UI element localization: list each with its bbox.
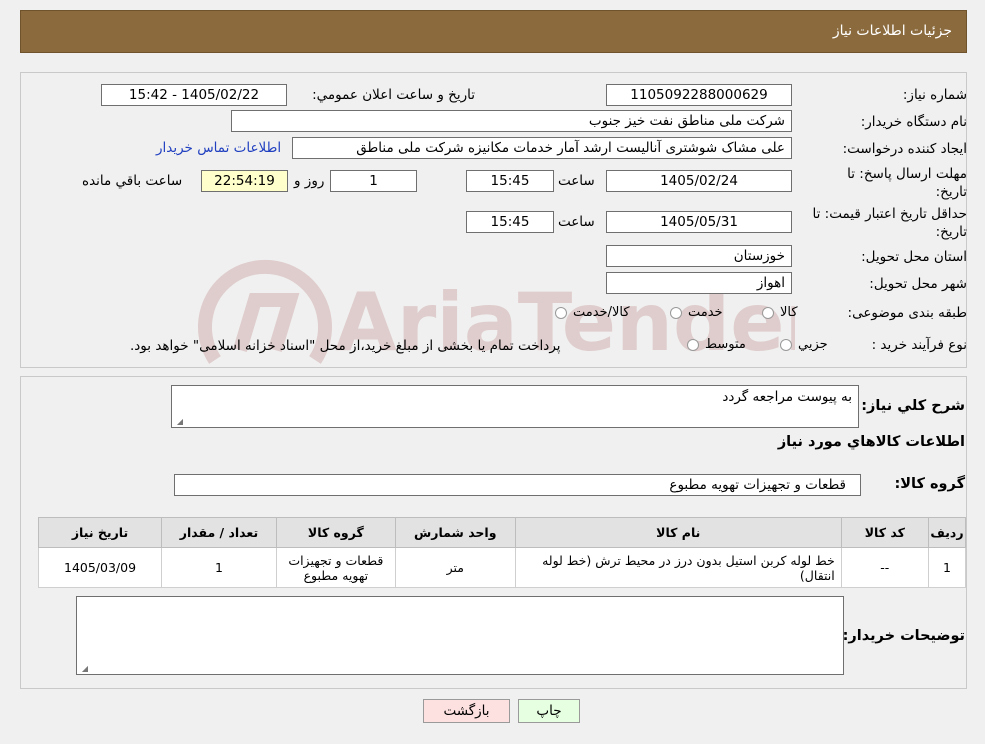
process-option-medium-label: متوسط <box>705 337 746 352</box>
desc-text: به پیوست مراجعه گردد <box>722 389 852 405</box>
group-label: گروه کالا: <box>894 476 965 492</box>
col-need-date: تاریخ نیاز <box>37 517 163 548</box>
announce-label: تاريخ و ساعت اعلان عمومي: <box>312 87 475 103</box>
page-title: جزئیات اطلاعات نیاز <box>832 23 952 39</box>
resize-handle-icon[interactable]: ◢ <box>174 417 183 426</box>
need-number-label: شماره نیاز: <box>902 87 967 103</box>
col-unit: واحد شمارش <box>394 517 516 548</box>
category-service-radio[interactable] <box>670 306 682 319</box>
cell-row-number: 1 <box>927 547 967 588</box>
page-header: جزئیات اطلاعات نیاز <box>20 10 967 53</box>
cell-unit: متر <box>394 547 516 588</box>
resize-handle-icon[interactable]: ◢ <box>79 664 88 673</box>
category-option-service[interactable]: خدمت <box>670 305 723 320</box>
buyer-notes-label: توضیحات خریدار: <box>842 628 965 644</box>
print-button[interactable]: چاپ <box>518 699 580 723</box>
city-field: اهواز <box>606 272 792 294</box>
category-option-both[interactable]: کالا/خدمت <box>555 305 630 320</box>
category-option-service-label: خدمت <box>688 305 723 320</box>
days-label: روز و <box>294 173 325 189</box>
process-option-small[interactable]: جزيي <box>780 337 828 352</box>
back-button[interactable]: بازگشت <box>423 699 510 723</box>
process-small-radio[interactable] <box>780 338 792 351</box>
deadline-date-field: 1405/02/24 <box>606 170 792 192</box>
creator-label: ایجاد کننده درخواست: <box>842 141 967 157</box>
deadline-label-2: تاریخ: <box>935 184 967 200</box>
goods-section-title: اطلاعات کالاهاي مورد نياز <box>777 434 965 450</box>
deadline-time-label: ساعت <box>558 173 595 189</box>
remaining-label: ساعت باقي مانده <box>82 173 183 189</box>
validity-time-label: ساعت <box>558 214 595 230</box>
city-label: شهر محل تحویل: <box>869 276 967 292</box>
buyer-field: شرکت ملی مناطق نفت خیز جنوب <box>231 110 792 132</box>
cell-need-date: 1405/03/09 <box>37 547 163 588</box>
col-item-name: نام کالا <box>514 517 842 548</box>
days-field: 1 <box>330 170 417 192</box>
cell-item-code: -- <box>840 547 929 588</box>
deadline-time-field: 15:45 <box>466 170 554 192</box>
process-label: نوع فرآیند خرید : <box>871 337 967 353</box>
process-note: پرداخت تمام یا بخشی از مبلغ خرید،از محل … <box>130 338 561 354</box>
category-option-both-label: کالا/خدمت <box>573 305 630 320</box>
category-option-goods[interactable]: کالا <box>762 305 798 320</box>
announce-field: 1405/02/22 - 15:42 <box>101 84 287 106</box>
buyer-label: نام دستگاه خریدار: <box>860 114 967 130</box>
category-goods-radio[interactable] <box>762 306 774 319</box>
validity-time-field: 15:45 <box>466 211 554 233</box>
col-quantity: تعداد / مقدار <box>161 517 277 548</box>
cell-group: قطعات و تجهیزات تهویه مطبوع <box>275 547 396 588</box>
need-number-field: 1105092288000629 <box>606 84 792 106</box>
desc-label: شرح کلي نياز: <box>861 398 965 414</box>
cell-item-name: خط لوله کربن استیل بدون درز در محیط ترش … <box>514 547 842 588</box>
desc-textarea[interactable]: به پیوست مراجعه گردد ◢ <box>171 385 859 428</box>
creator-field: علی مشاک شوشتری آنالیست ارشد آمار خدمات … <box>292 137 792 159</box>
province-field: خوزستان <box>606 245 792 267</box>
validity-date-field: 1405/05/31 <box>606 211 792 233</box>
items-table: رديف کد کالا نام کالا واحد شمارش گروه کا… <box>37 517 967 588</box>
category-option-goods-label: کالا <box>780 305 798 320</box>
validity-label-2: تاریخ: <box>935 224 967 240</box>
deadline-label: مهلت ارسال پاسخ: تا <box>847 166 967 182</box>
category-both-radio[interactable] <box>555 306 567 319</box>
col-item-code: کد کالا <box>840 517 929 548</box>
category-label: طبقه بندی موضوعی: <box>847 305 967 321</box>
buyer-notes-textarea[interactable]: ◢ <box>76 596 844 675</box>
col-row-number: رديف <box>927 517 967 548</box>
process-option-medium[interactable]: متوسط <box>687 337 746 352</box>
province-label: استان محل تحویل: <box>861 249 967 265</box>
process-medium-radio[interactable] <box>687 338 699 351</box>
group-field: قطعات و تجهیزات تهویه مطبوع <box>174 474 861 496</box>
col-group: گروه کالا <box>275 517 396 548</box>
process-option-small-label: جزيي <box>798 337 828 352</box>
remaining-time-field: 22:54:19 <box>201 170 288 192</box>
cell-quantity: 1 <box>161 547 277 588</box>
table-row: 1 -- خط لوله کربن استیل بدون درز در محیط… <box>37 547 967 588</box>
validity-label: حداقل تاریخ اعتبار قیمت: تا <box>812 206 967 222</box>
table-header-row: رديف کد کالا نام کالا واحد شمارش گروه کا… <box>37 517 967 548</box>
buyer-contact-link[interactable]: اطلاعات تماس خریدار <box>156 140 281 156</box>
